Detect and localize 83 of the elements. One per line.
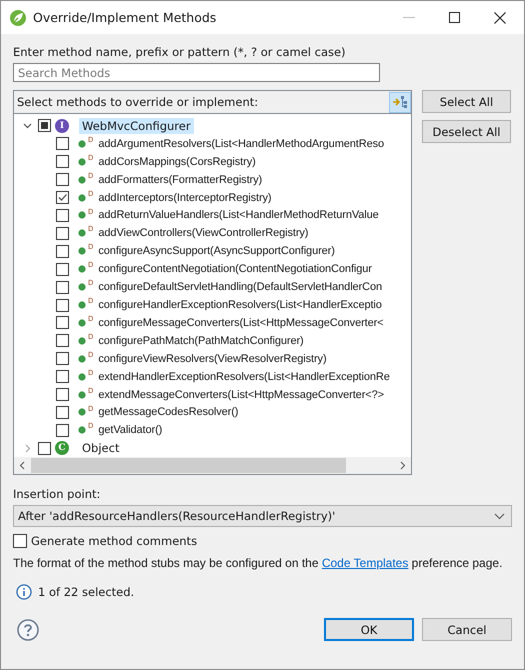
checkbox[interactable] bbox=[38, 442, 51, 455]
help-icon[interactable] bbox=[17, 618, 39, 640]
code-templates-link[interactable]: Code Templates bbox=[322, 556, 408, 570]
checkbox[interactable] bbox=[56, 155, 69, 168]
insertion-label: Insertion point: bbox=[13, 487, 102, 501]
method-item[interactable]: configureContentNegotiation(ContentNegotiationConfigur bbox=[98, 263, 372, 276]
public-method-icon bbox=[78, 229, 86, 238]
method-item[interactable]: getValidator() bbox=[98, 424, 162, 436]
ok-button[interactable]: OK bbox=[324, 618, 414, 641]
selection-count: 1 of 22 selected. bbox=[38, 585, 134, 599]
group-toggle-button[interactable] bbox=[389, 92, 411, 112]
public-method-icon bbox=[78, 158, 86, 166]
method-item[interactable]: addArgumentResolvers(List<HandlerMethodArgumentReso bbox=[98, 138, 384, 150]
type-icon: I bbox=[55, 118, 69, 133]
cancel-button[interactable]: Cancel bbox=[422, 618, 512, 641]
method-item[interactable]: configureViewResolvers(ViewResolverRegistry) bbox=[98, 352, 327, 365]
checkbox[interactable] bbox=[56, 244, 69, 258]
checkbox[interactable] bbox=[38, 119, 51, 132]
method-item[interactable]: addReturnValueHandlers(List<HandlerMethodReturnValue bbox=[98, 209, 379, 222]
side-button[interactable]: Select All bbox=[422, 90, 511, 113]
methods-label: Select methods to override or implement: bbox=[17, 95, 258, 109]
checkbox[interactable] bbox=[56, 298, 69, 312]
checkbox[interactable] bbox=[56, 424, 69, 437]
checkbox[interactable] bbox=[56, 406, 69, 419]
side-button[interactable]: Deselect All bbox=[422, 120, 511, 143]
checkbox[interactable] bbox=[56, 316, 69, 330]
method-item[interactable]: getMessageCodesResolver() bbox=[98, 406, 238, 418]
public-method-icon bbox=[78, 301, 86, 310]
tree-item[interactable]: Object bbox=[79, 440, 122, 456]
method-item[interactable]: configurePathMatch(PathMatchConfigurer) bbox=[98, 334, 304, 347]
tree-item[interactable]: WebMvcConfigurer bbox=[79, 118, 194, 134]
public-method-icon bbox=[78, 390, 86, 399]
window-title: Override/Implement Methods bbox=[33, 10, 216, 25]
method-item[interactable]: addViewControllers(ViewControllerRegistry) bbox=[98, 227, 308, 240]
public-method-icon bbox=[78, 176, 86, 184]
public-method-icon bbox=[78, 354, 86, 363]
public-method-icon bbox=[78, 426, 86, 434]
checkbox[interactable] bbox=[56, 173, 69, 186]
maximize-icon[interactable] bbox=[449, 12, 460, 23]
public-method-icon bbox=[78, 336, 86, 345]
checkbox[interactable] bbox=[56, 334, 69, 348]
checkbox[interactable] bbox=[56, 262, 69, 276]
checkbox[interactable] bbox=[56, 352, 69, 366]
checkbox-label: Generate method comments bbox=[31, 534, 198, 548]
checkbox[interactable] bbox=[56, 191, 69, 204]
checkbox[interactable] bbox=[56, 208, 69, 222]
method-item[interactable]: configureHandlerExceptionResolvers(List<HandlerExceptio bbox=[98, 299, 382, 312]
public-method-icon bbox=[78, 211, 86, 220]
scroll-left-icon[interactable] bbox=[19, 461, 26, 470]
public-method-icon bbox=[78, 318, 86, 327]
public-method-icon bbox=[78, 265, 86, 274]
search-field[interactable]: Search Methods bbox=[13, 63, 380, 82]
checkbox[interactable] bbox=[56, 226, 69, 240]
method-item[interactable]: extendMessageConverters(List<HttpMessageConverter<?> bbox=[98, 388, 384, 401]
public-method-icon bbox=[78, 247, 86, 256]
checkbox[interactable] bbox=[56, 280, 69, 294]
checkbox[interactable] bbox=[56, 137, 69, 150]
collapse-icon[interactable] bbox=[23, 121, 32, 130]
insertion-dropdown[interactable]: After 'addResourceHandlers(ResourceHandlerRegistry)' bbox=[13, 505, 512, 527]
filter-label: Enter method name, prefix or pattern (*, ? or camel case) bbox=[13, 45, 347, 59]
scroll-right-icon[interactable] bbox=[399, 461, 406, 470]
template-note: The format of the method stubs may be configured on the Code Templates preference page. bbox=[13, 556, 502, 570]
tree-layout-icon bbox=[392, 95, 408, 109]
public-method-icon bbox=[78, 408, 86, 416]
public-method-icon bbox=[78, 140, 86, 148]
checkbox[interactable] bbox=[56, 388, 69, 402]
checkbox[interactable] bbox=[56, 370, 69, 384]
leaf-icon bbox=[9, 8, 27, 26]
type-icon: C bbox=[55, 441, 69, 456]
method-item[interactable]: extendHandlerExceptionResolvers(List<HandlerExceptionRe bbox=[98, 370, 390, 383]
method-item[interactable]: configureAsyncSupport(AsyncSupportConfigurer) bbox=[98, 245, 335, 258]
method-item[interactable]: configureDefaultServletHandling(DefaultServletHandlerCon bbox=[98, 281, 382, 294]
method-item[interactable]: addCorsMappings(CorsRegistry) bbox=[98, 156, 256, 168]
close-icon[interactable] bbox=[494, 12, 506, 24]
method-item[interactable]: addFormatters(FormatterRegistry) bbox=[98, 174, 262, 186]
public-method-icon bbox=[78, 283, 86, 292]
public-method-icon bbox=[78, 372, 86, 381]
method-item[interactable]: configureMessageConverters(List<HttpMessageConverter< bbox=[98, 316, 384, 329]
info-icon bbox=[16, 584, 32, 600]
horizontal-scrollbar[interactable] bbox=[14, 457, 411, 474]
checkbox[interactable] bbox=[13, 534, 27, 548]
method-item[interactable]: addInterceptors(InterceptorRegistry) bbox=[98, 192, 272, 204]
public-method-icon bbox=[78, 194, 86, 202]
